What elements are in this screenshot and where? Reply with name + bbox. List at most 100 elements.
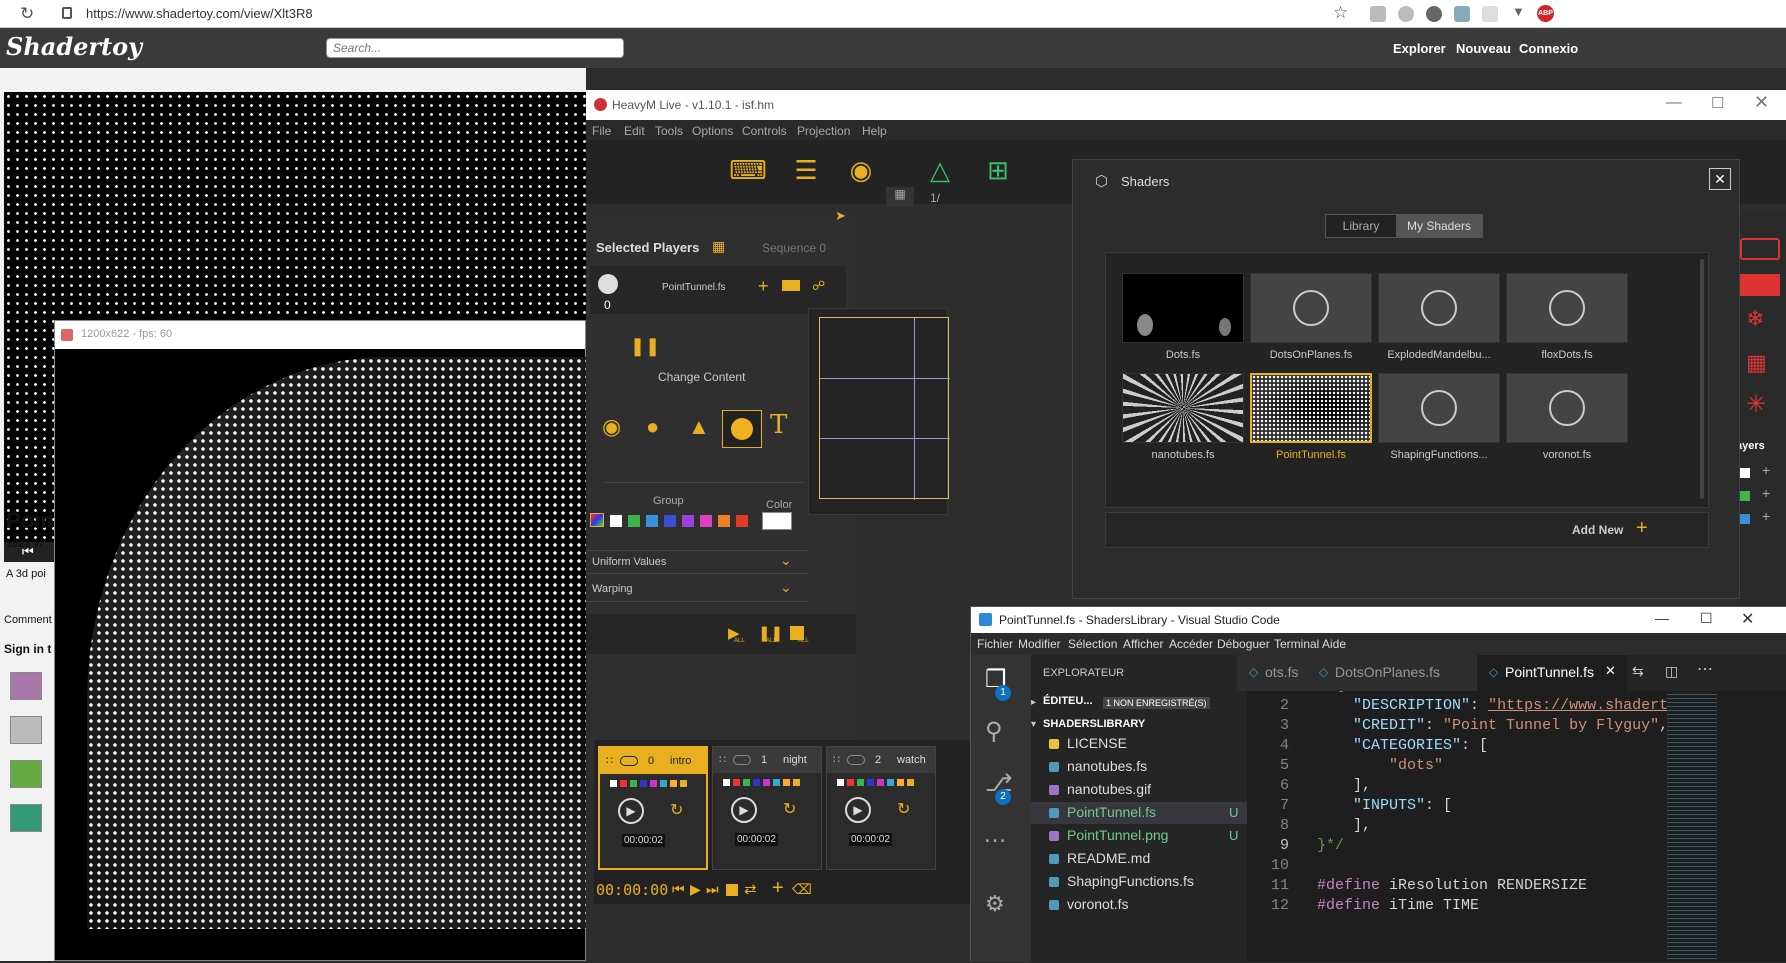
code-editor[interactable]: 1 /*{2 "DESCRIPTION": "https://www.shader…: [1247, 691, 1667, 962]
effect-icon[interactable]: ❄: [1746, 306, 1764, 332]
play-icon[interactable]: ▶: [690, 881, 701, 898]
group-color-swatch[interactable]: [646, 515, 658, 527]
menu-fichier[interactable]: Fichier: [977, 637, 1013, 651]
editor-tab[interactable]: ◇ ots.fs: [1237, 655, 1307, 691]
player-card[interactable]: ∷ 0 intro ▶ ↻ 00:00:02: [598, 746, 708, 870]
add-icon[interactable]: +: [1762, 508, 1770, 524]
group-color-swatch[interactable]: [628, 515, 640, 527]
player-card[interactable]: ∷ 1 night ▶ ↻ 00:00:02: [712, 746, 822, 870]
search-icon[interactable]: ⚲: [985, 717, 1003, 746]
warning-icon[interactable]: △: [920, 156, 960, 184]
grid-toggle-icon[interactable]: ▦: [886, 187, 914, 207]
extension-icon[interactable]: [1370, 6, 1386, 22]
nav-connect[interactable]: Connexio: [1519, 41, 1578, 56]
menu-deboguer[interactable]: Déboguer: [1217, 637, 1270, 651]
add-icon[interactable]: +: [758, 276, 769, 297]
shader-name[interactable]: nanotubes.fs: [1113, 449, 1253, 461]
menu-aide[interactable]: Aide: [1322, 637, 1346, 651]
file-item[interactable]: nanotubes.fs: [1031, 756, 1247, 778]
loop-icon[interactable]: ↻: [897, 799, 910, 819]
menu-modifier[interactable]: Modifier: [1018, 637, 1061, 651]
shader-name[interactable]: floxDots.fs: [1497, 349, 1637, 361]
add-icon[interactable]: +: [1636, 517, 1648, 540]
refresh-icon[interactable]: ↻: [20, 4, 34, 24]
next-icon[interactable]: ⏭: [706, 881, 719, 898]
menu-acceder[interactable]: Accéder: [1169, 637, 1213, 651]
screens-icon[interactable]: [782, 280, 800, 291]
toggle-icon[interactable]: [847, 755, 865, 765]
open-editors-label[interactable]: ÉDITEU...: [1043, 695, 1093, 707]
drag-handle-icon[interactable]: ∷: [833, 747, 840, 773]
star-icon[interactable]: ☆: [1333, 3, 1348, 23]
address-bar[interactable]: https://www.shadertoy.com/view/Xlt3R8: [86, 6, 313, 21]
menu-tools[interactable]: Tools: [655, 124, 683, 138]
pin-icon[interactable]: ➤: [835, 208, 846, 224]
add-icon[interactable]: +: [1762, 485, 1770, 501]
drag-handle-icon[interactable]: ∷: [719, 747, 726, 773]
extension-icon[interactable]: [1426, 6, 1442, 22]
extension-icon[interactable]: [1482, 6, 1498, 22]
tab-my-shaders[interactable]: My Shaders: [1396, 215, 1482, 237]
group-color-swatch[interactable]: [718, 515, 730, 527]
lock-icon[interactable]: ☍: [812, 278, 825, 294]
sign-in-link[interactable]: Sign in t: [4, 642, 51, 656]
uniform-values-section[interactable]: Uniform Values ⌄: [586, 550, 808, 574]
menu-projection[interactable]: Projection: [797, 124, 850, 138]
camera-icon[interactable]: ◉: [841, 156, 881, 184]
search-input[interactable]: Search...: [326, 38, 624, 58]
shader-name[interactable]: PointTunnel.fs: [1241, 449, 1381, 461]
minimap[interactable]: [1667, 691, 1717, 962]
shader-name[interactable]: DotsOnPlanes.fs: [1241, 349, 1381, 361]
shuffle-icon[interactable]: ⇄: [744, 880, 757, 898]
split-editor-icon[interactable]: ◫: [1665, 663, 1678, 680]
tab-library[interactable]: Library: [1326, 215, 1396, 237]
group-color-swatch[interactable]: [664, 515, 676, 527]
folder-label[interactable]: SHADERSLIBRARY: [1043, 718, 1145, 730]
group-color-swatch[interactable]: [700, 515, 712, 527]
chevron-right-icon[interactable]: ▸: [1031, 697, 1036, 708]
shader-content-button[interactable]: [722, 410, 762, 448]
shader-thumbnail[interactable]: [1122, 373, 1244, 443]
warping-section[interactable]: Warping ⌄: [586, 578, 808, 602]
fill-tool-icon[interactable]: [1740, 274, 1780, 296]
drag-handle-icon[interactable]: ∷: [606, 748, 613, 774]
keyboard-icon[interactable]: ⌨: [728, 156, 768, 184]
loop-icon[interactable]: ↻: [670, 800, 683, 820]
avatar[interactable]: [10, 804, 42, 832]
toggle-icon[interactable]: [620, 756, 638, 766]
menu-options[interactable]: Options: [692, 124, 733, 138]
pause-icon[interactable]: ❚❚: [630, 336, 660, 357]
file-item[interactable]: voronot.fs: [1031, 894, 1247, 916]
chat-icon[interactable]: ▦: [712, 238, 725, 255]
minimize-icon[interactable]: —: [1666, 94, 1682, 112]
play-icon[interactable]: ▶: [845, 797, 871, 823]
mask-icon[interactable]: ▦: [1746, 350, 1767, 376]
menu-terminal[interactable]: Terminal: [1274, 637, 1319, 651]
shader-thumbnail[interactable]: [1250, 273, 1372, 343]
more-icon[interactable]: ⋯: [1697, 659, 1713, 679]
previous-icon[interactable]: ⏮: [672, 881, 685, 898]
chevron-down-icon[interactable]: ▼: [1512, 4, 1525, 19]
player-row[interactable]: 0 PointTunnel.fs + ☍: [590, 266, 846, 314]
file-item[interactable]: README.md: [1031, 848, 1247, 870]
particles-icon[interactable]: ✳: [1746, 390, 1766, 419]
play-icon[interactable]: ▶: [731, 797, 757, 823]
file-item[interactable]: PointTunnel.png U: [1031, 825, 1247, 847]
webcam-icon[interactable]: ●: [646, 414, 659, 440]
editor-tab[interactable]: ◇ PointTunnel.fs ✕: [1477, 655, 1627, 691]
shader-thumbnail[interactable]: [1122, 273, 1244, 343]
add-shape-icon[interactable]: ⊞: [978, 156, 1018, 184]
group-all-swatch[interactable]: [590, 513, 604, 527]
menu-selection[interactable]: Sélection: [1068, 637, 1117, 651]
close-icon[interactable]: ✕: [1709, 168, 1731, 190]
loop-icon[interactable]: ↻: [783, 799, 796, 819]
stop-icon[interactable]: [726, 884, 738, 896]
shadertoy-logo[interactable]: Shadertoy: [6, 32, 142, 61]
shader-thumbnail[interactable]: [1378, 373, 1500, 443]
avatar[interactable]: [10, 672, 42, 700]
editor-tab[interactable]: ◇ DotsOnPlanes.fs: [1307, 655, 1477, 691]
menu-file[interactable]: File: [592, 124, 611, 138]
close-icon[interactable]: ✕: [1754, 92, 1769, 113]
shape-frame[interactable]: [819, 317, 950, 500]
avatar[interactable]: [10, 716, 42, 744]
